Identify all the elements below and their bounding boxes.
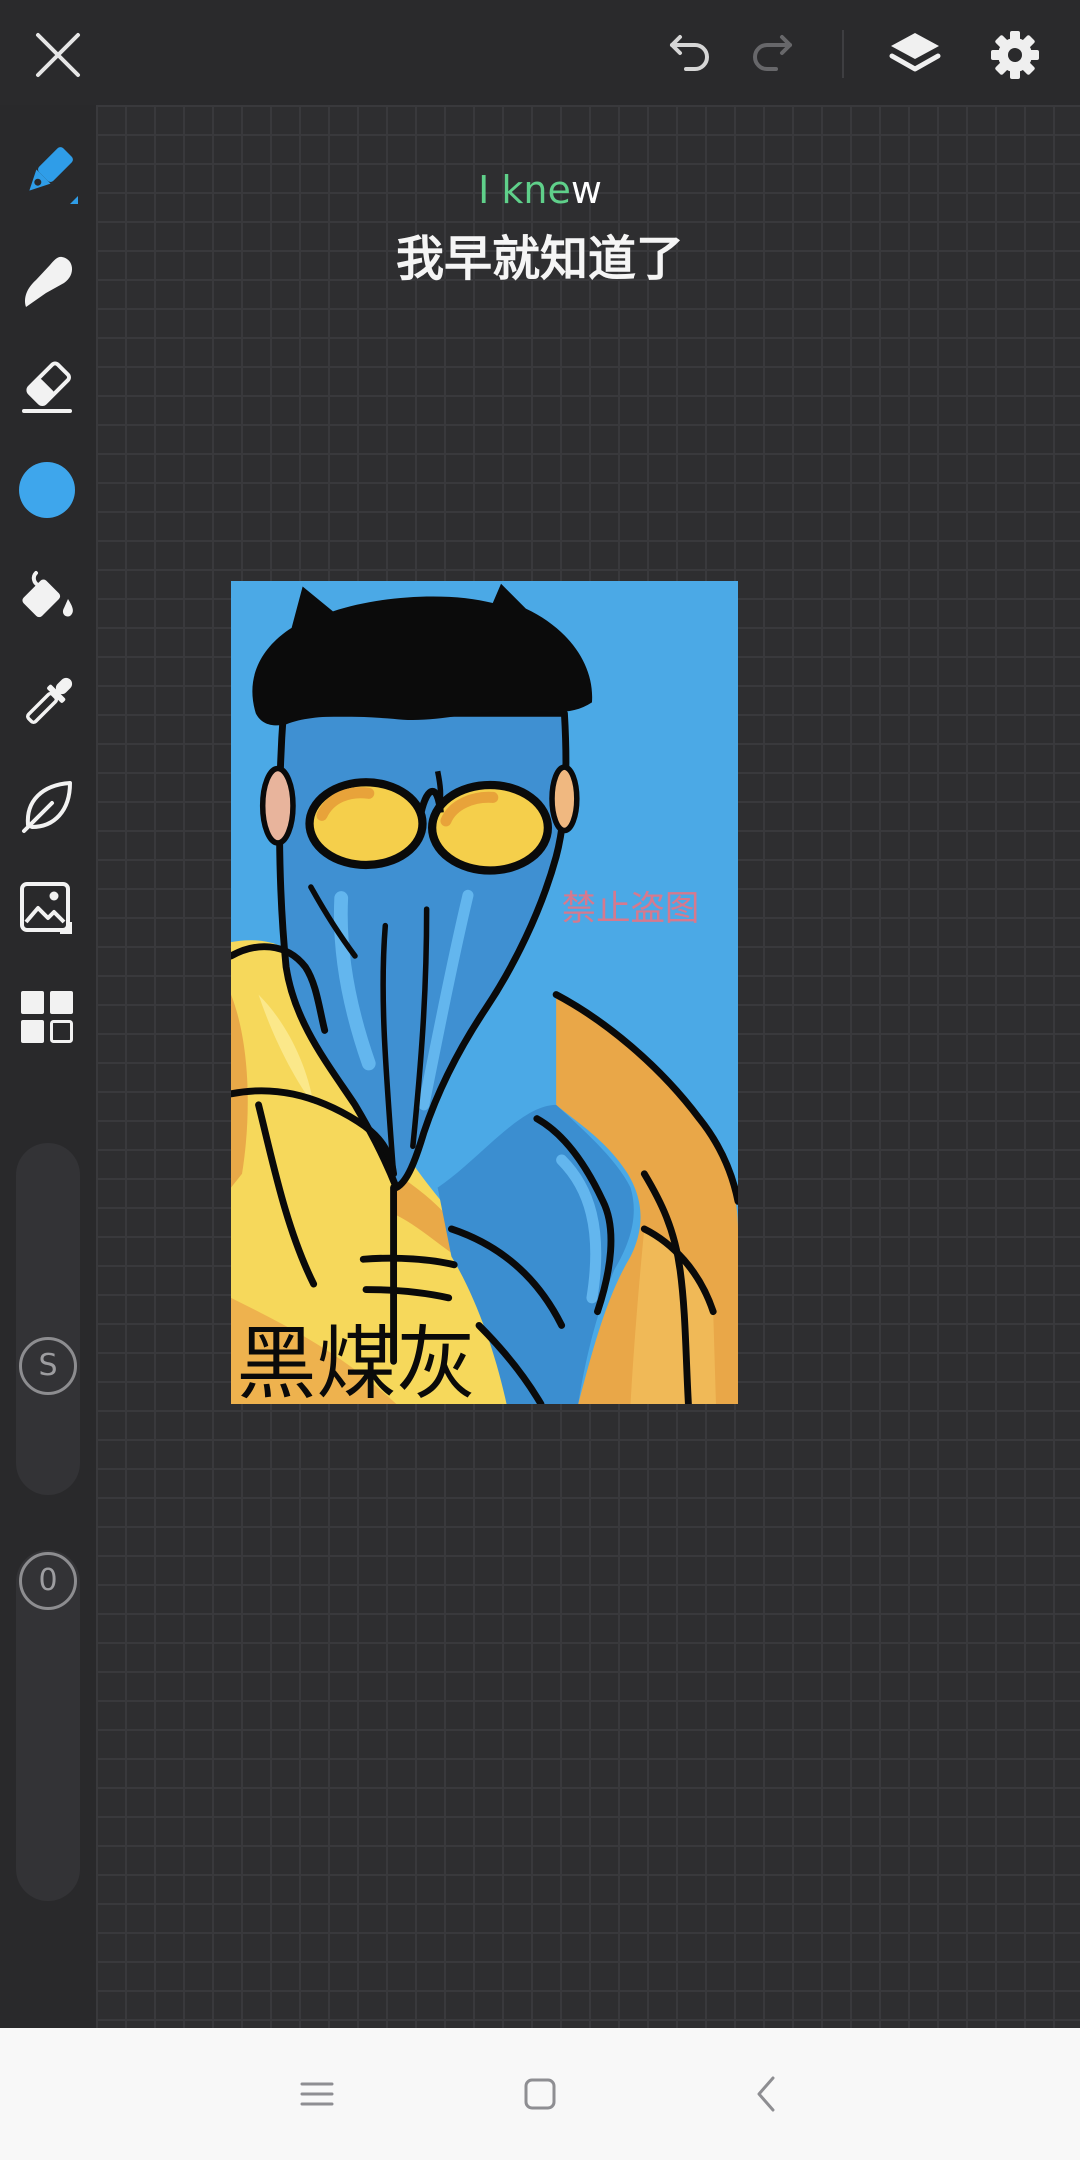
layers-icon — [889, 33, 941, 72]
artwork-illustration: 禁止盗图 黑煤灰 — [231, 581, 738, 1404]
tool-sidebar: S 0 — [0, 105, 96, 2028]
drawing-canvas[interactable]: I knew 我早就知道了 禁止盗图 黑煤灰 — [96, 105, 1080, 2028]
grid-icon — [21, 991, 73, 1043]
menu-icon — [300, 2082, 334, 2106]
brush-tool-button[interactable] — [12, 247, 82, 317]
artwork: 禁止盗图 黑煤灰 — [231, 581, 738, 1404]
system-navigation-bar — [0, 2028, 1080, 2160]
eraser-icon — [22, 361, 72, 413]
leaf-icon — [22, 781, 72, 833]
eyedropper-tool-button[interactable] — [12, 668, 82, 738]
color-picker-button[interactable] — [12, 455, 82, 525]
layers-button[interactable] — [885, 25, 945, 85]
size-slider-handle[interactable]: S — [19, 1337, 77, 1395]
canvas-caption-english: I knew — [340, 167, 740, 213]
undo-button[interactable] — [656, 25, 716, 85]
more-tools-button[interactable] — [12, 982, 82, 1052]
settings-button[interactable] — [985, 25, 1045, 85]
top-toolbar — [0, 0, 1080, 105]
canvas-caption-chinese: 我早就知道了 — [395, 231, 684, 287]
gear-icon — [991, 31, 1039, 79]
artwork-watermark: 禁止盗图 — [562, 889, 700, 929]
color-swatch — [19, 462, 75, 518]
recent-apps-button[interactable] — [287, 2064, 347, 2124]
fill-tool-button[interactable] — [12, 561, 82, 631]
caption-english-text: I knew — [478, 168, 602, 212]
toolbar-divider — [842, 30, 844, 78]
home-square-icon — [524, 2078, 556, 2110]
pen-tool-button[interactable] — [12, 140, 82, 210]
opacity-slider-handle[interactable]: 0 — [19, 1552, 77, 1610]
back-icon — [757, 2076, 775, 2112]
back-button[interactable] — [737, 2064, 797, 2124]
opacity-slider[interactable]: 0 — [16, 1550, 80, 1901]
eraser-tool-button[interactable] — [12, 353, 82, 423]
undo-icon — [670, 35, 709, 71]
paint-bucket-icon — [22, 571, 73, 618]
close-button[interactable] — [28, 25, 88, 85]
redo-icon — [753, 35, 792, 71]
eyedropper-icon — [25, 677, 73, 725]
pen-icon — [29, 147, 78, 204]
home-button[interactable] — [510, 2064, 570, 2124]
import-image-button[interactable] — [12, 874, 82, 944]
size-slider[interactable]: S — [16, 1143, 80, 1495]
artwork-signature: 黑煤灰 — [237, 1318, 477, 1404]
brush-icon — [25, 256, 73, 307]
close-icon — [36, 33, 80, 77]
image-icon — [20, 882, 72, 934]
shape-tool-button[interactable] — [12, 771, 82, 841]
redo-button[interactable] — [746, 25, 806, 85]
